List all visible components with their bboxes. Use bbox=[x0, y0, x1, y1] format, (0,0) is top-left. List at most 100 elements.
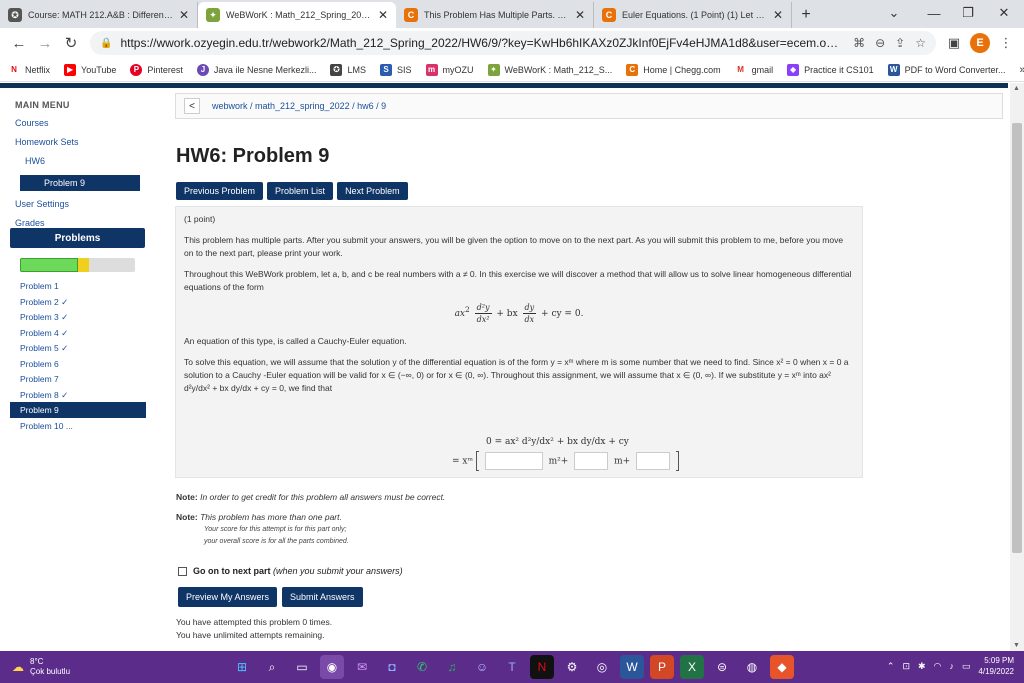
bookmark-netflix[interactable]: N Netflix bbox=[8, 63, 50, 76]
wifi-icon[interactable]: ◠ bbox=[934, 661, 942, 672]
bookmark-sis[interactable]: S SIS bbox=[379, 63, 412, 76]
problem-list-item-9[interactable]: Problem 9 bbox=[10, 402, 146, 418]
translate-icon[interactable]: ⌘ bbox=[853, 36, 865, 50]
previous-problem-button[interactable]: Previous Problem bbox=[176, 182, 264, 200]
tab-chegg-2[interactable]: C Euler Equations. (1 Point) (1) Let C1C… bbox=[594, 2, 792, 28]
settings-icon[interactable]: ⚙ bbox=[560, 655, 584, 679]
tray-chevron-icon[interactable]: ⌃ bbox=[887, 661, 895, 672]
forward-arrow-icon[interactable]: → bbox=[32, 30, 58, 56]
problem-list-button[interactable]: Problem List bbox=[267, 182, 334, 200]
tab-webwork[interactable]: ✦ WeBWorK : Math_212_Spring_2022 : HW ✕ bbox=[198, 2, 396, 28]
breadcrumb-path[interactable]: webwork / math_212_spring_2022 / hw6 / 9 bbox=[212, 101, 386, 111]
new-tab-button[interactable]: + bbox=[792, 2, 820, 28]
search-icon[interactable]: ⌕ bbox=[260, 655, 284, 679]
scrollbar-thumb[interactable] bbox=[1012, 123, 1022, 553]
star-icon[interactable]: ☆ bbox=[915, 36, 926, 50]
messenger-icon[interactable]: ✉ bbox=[350, 655, 374, 679]
preview-answers-button[interactable]: Preview My Answers bbox=[178, 587, 278, 607]
problem-list-item-10[interactable]: Problem 10 ... bbox=[10, 418, 146, 434]
submit-answers-button[interactable]: Submit Answers bbox=[282, 587, 363, 607]
tab-search-icon[interactable]: ⌄ bbox=[876, 0, 912, 26]
camera-icon[interactable]: ◎ bbox=[590, 655, 614, 679]
close-icon[interactable]: ✕ bbox=[378, 8, 388, 22]
bookmark-pinterest[interactable]: P Pinterest bbox=[130, 63, 183, 76]
bookmark-youtube[interactable]: ▶ YouTube bbox=[64, 63, 116, 76]
reload-icon[interactable]: ↻ bbox=[58, 30, 84, 56]
bookmark-gmail[interactable]: Mgmail bbox=[734, 63, 773, 76]
sidepanel-icon[interactable]: ▣ bbox=[942, 31, 966, 55]
tab-strip: ✪ Course: MATH 212.A&B : Differential Eq… bbox=[0, 0, 1024, 28]
sidebar-item-grades[interactable]: Grades bbox=[15, 218, 150, 228]
bluetooth-icon[interactable]: ✱ bbox=[918, 661, 926, 672]
problem-list-item-2[interactable]: Problem 2 ✓ bbox=[10, 294, 146, 310]
sidebar-item-homework-sets[interactable]: Homework Sets bbox=[15, 137, 150, 147]
zoom-icon[interactable]: ⊖ bbox=[875, 36, 885, 50]
tab-course[interactable]: ✪ Course: MATH 212.A&B : Differential Eq… bbox=[0, 2, 198, 28]
github-icon[interactable]: ◍ bbox=[740, 655, 764, 679]
share-icon[interactable]: ⇪ bbox=[895, 36, 905, 50]
go-on-checkbox[interactable] bbox=[178, 566, 187, 576]
tab-chegg-1[interactable]: C This Problem Has Multiple Parts. You W… bbox=[396, 2, 594, 28]
sidebar-item-problem-9[interactable]: Problem 9 bbox=[20, 175, 140, 191]
bookmark-lms[interactable]: ✪ LMS bbox=[330, 63, 366, 76]
bookmark-pdf-word[interactable]: W PDF to Word Converter... bbox=[887, 63, 1006, 76]
app-icon[interactable]: ◆ bbox=[770, 655, 794, 679]
scroll-down-icon[interactable]: ▼ bbox=[1013, 642, 1020, 649]
next-problem-button[interactable]: Next Problem bbox=[337, 182, 408, 200]
task-view-icon[interactable]: ▭ bbox=[290, 655, 314, 679]
close-icon[interactable]: ✕ bbox=[773, 8, 783, 22]
sidebar-item-hw6[interactable]: HW6 bbox=[25, 156, 150, 166]
problem-list-item-8[interactable]: Problem 8 ✓ bbox=[10, 387, 146, 403]
close-icon[interactable]: ✕ bbox=[179, 8, 189, 22]
teams-icon[interactable]: T bbox=[500, 655, 524, 679]
bookmarks-bar: N Netflix ▶ YouTube P Pinterest J Java ile N… bbox=[0, 58, 1024, 82]
address-bar[interactable]: 🔒 https://wwork.ozyegin.edu.tr/webwork2/… bbox=[90, 31, 936, 55]
excel-icon[interactable]: X bbox=[680, 655, 704, 679]
close-window-icon[interactable]: ✕ bbox=[986, 0, 1022, 26]
answer-input-constant[interactable] bbox=[636, 452, 671, 470]
tray-app-icon[interactable]: ⊡ bbox=[902, 661, 910, 672]
volume-icon[interactable]: ♪ bbox=[949, 661, 954, 671]
zoom-app-icon[interactable]: ◘ bbox=[380, 655, 404, 679]
attempts-info: You have attempted this problem 0 times.… bbox=[176, 617, 333, 640]
powerpoint-icon[interactable]: P bbox=[650, 655, 674, 679]
page-scrollbar[interactable]: ▲ ▼ bbox=[1010, 83, 1024, 651]
sidebar-item-user-settings[interactable]: User Settings bbox=[15, 199, 150, 209]
media-icon[interactable]: ⊜ bbox=[710, 655, 734, 679]
bookmarks-more-icon[interactable]: » bbox=[1020, 64, 1024, 76]
profile-avatar[interactable]: E bbox=[970, 33, 990, 53]
problem-list-item-5[interactable]: Problem 5 ✓ bbox=[10, 340, 146, 356]
windows-start-icon[interactable]: ⊞ bbox=[230, 655, 254, 679]
answer-input-m-coef[interactable] bbox=[574, 452, 609, 470]
bookmark-webwork[interactable]: ✦ WeBWorK : Math_212_S... bbox=[487, 63, 612, 76]
submit-actions: Preview My Answers Submit Answers bbox=[178, 587, 363, 607]
bookmark-myozu[interactable]: m myOZU bbox=[425, 63, 474, 76]
problem-list-item-3[interactable]: Problem 3 ✓ bbox=[10, 309, 146, 325]
bookmark-chegg[interactable]: C Home | Chegg.com bbox=[626, 63, 721, 76]
close-icon[interactable]: ✕ bbox=[575, 8, 585, 22]
discord-icon[interactable]: ☺ bbox=[470, 655, 494, 679]
problem-list-item-7[interactable]: Problem 7 bbox=[10, 371, 146, 387]
sidebar-item-courses[interactable]: Courses bbox=[15, 118, 150, 128]
minimize-icon[interactable]: — bbox=[916, 0, 952, 26]
battery-icon[interactable]: ▭ bbox=[962, 661, 971, 672]
weather-widget[interactable]: ☁ 8°C Çok bulutlu bbox=[0, 657, 120, 677]
scroll-up-icon[interactable]: ▲ bbox=[1013, 85, 1020, 92]
go-on-option[interactable]: Go on to next part (when you submit your… bbox=[178, 566, 403, 576]
clock[interactable]: 5:09 PM 4/19/2022 bbox=[978, 655, 1014, 677]
restore-icon[interactable]: ❐ bbox=[950, 0, 986, 26]
whatsapp-icon[interactable]: ✆ bbox=[410, 655, 434, 679]
bookmark-java[interactable]: J Java ile Nesne Merkezli... bbox=[196, 63, 316, 76]
problem-list-item-1[interactable]: Problem 1 bbox=[10, 278, 146, 294]
word-app-icon[interactable]: W bbox=[620, 655, 644, 679]
back-chevron-icon[interactable]: < bbox=[184, 98, 200, 114]
bookmark-practiceit[interactable]: ◆ Practice it CS101 bbox=[787, 63, 874, 76]
answer-input-m2-coef[interactable] bbox=[484, 452, 543, 470]
problem-list-item-6[interactable]: Problem 6 bbox=[10, 356, 146, 372]
chrome-icon[interactable]: ◉ bbox=[320, 655, 344, 679]
menu-icon[interactable]: ⋮ bbox=[994, 31, 1018, 55]
back-arrow-icon[interactable]: ← bbox=[6, 30, 32, 56]
netflix-app-icon[interactable]: N bbox=[530, 655, 554, 679]
spotify-icon[interactable]: ♫ bbox=[440, 655, 464, 679]
problem-list-item-4[interactable]: Problem 4 ✓ bbox=[10, 325, 146, 341]
